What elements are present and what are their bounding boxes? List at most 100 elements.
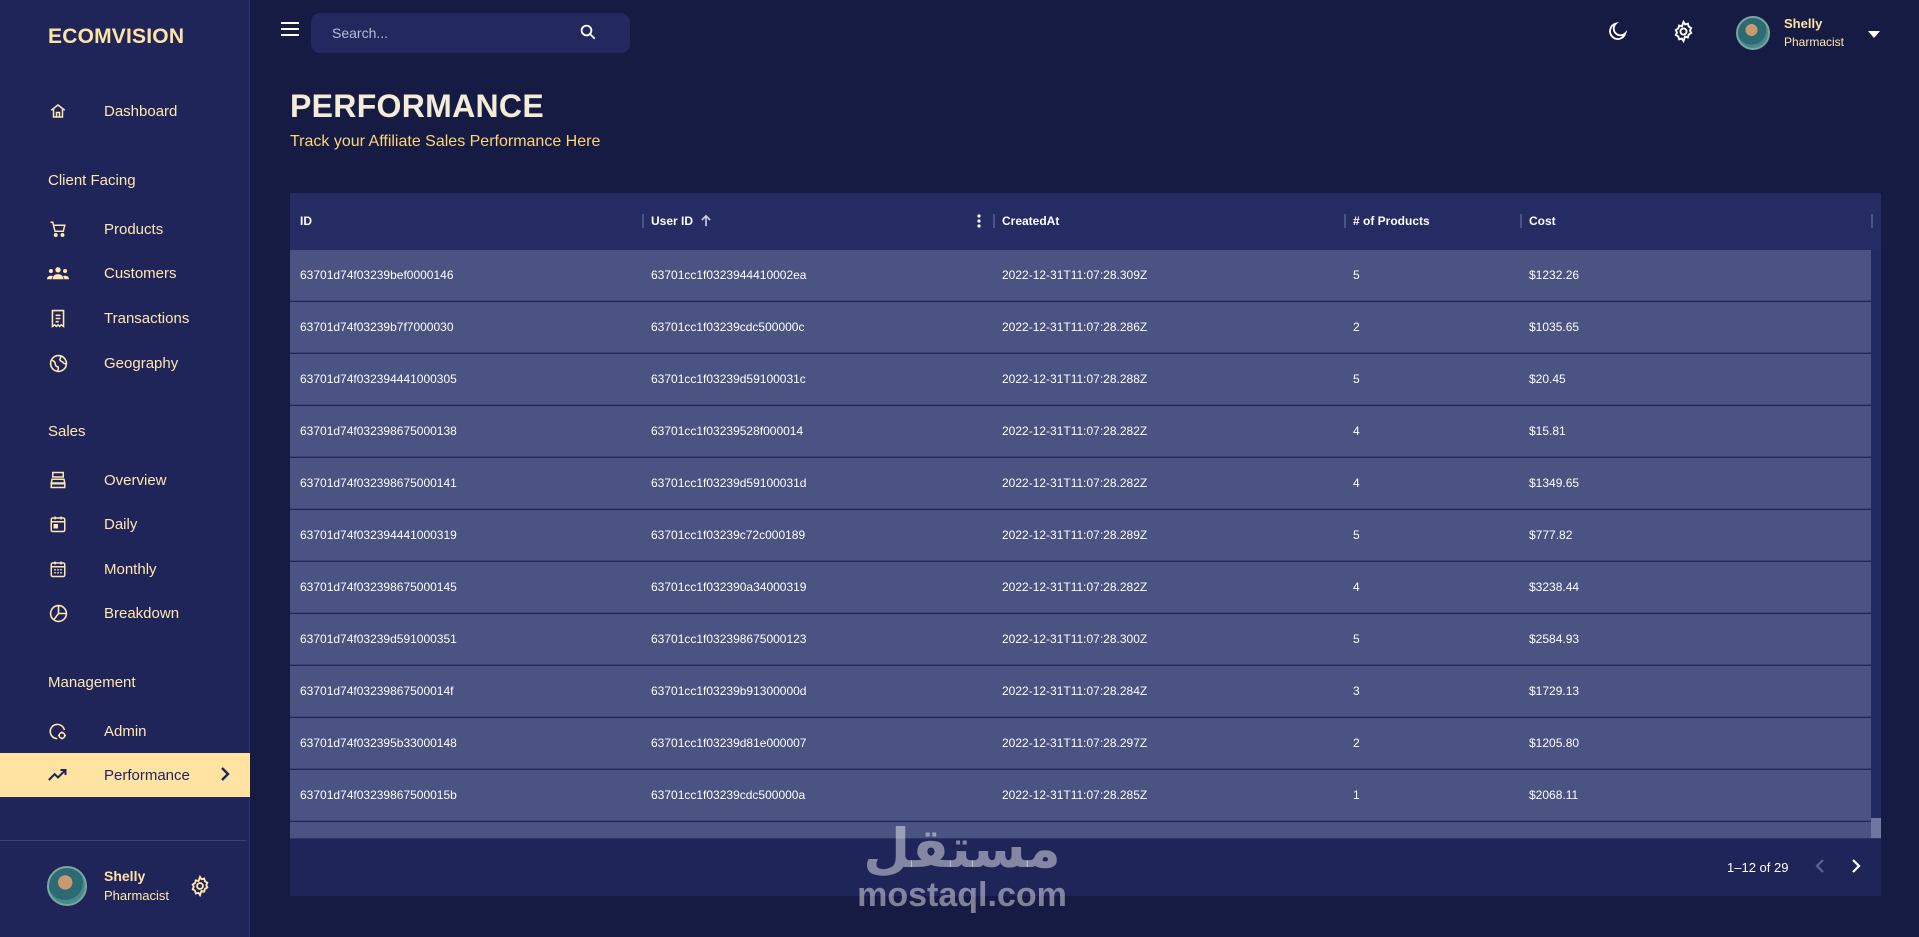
column-header-created-at[interactable]: CreatedAt <box>1002 214 1059 228</box>
sidebar-item-label: Performance <box>104 766 190 784</box>
chevron-down-icon[interactable] <box>1868 26 1880 44</box>
cell-user-id: 63701cc1f03239cdc500000c <box>651 320 805 334</box>
table-row[interactable]: 63701d74f03239d591000351 63701cc1f032398… <box>290 614 1871 665</box>
avatar[interactable] <box>47 866 87 906</box>
cell-user-id: 63701cc1f032398675000123 <box>651 632 807 646</box>
groups-icon <box>47 263 69 283</box>
point-of-sale-icon <box>47 470 69 490</box>
cell-num-products: 1 <box>1353 788 1360 802</box>
section-management: Management <box>48 674 136 691</box>
column-header-cost[interactable]: Cost <box>1529 214 1556 228</box>
gear-icon[interactable] <box>189 874 211 902</box>
column-header-user-id[interactable]: User ID <box>651 214 693 228</box>
scrollbar-track[interactable] <box>1871 250 1881 838</box>
column-separator[interactable] <box>1871 214 1873 228</box>
cell-created-at: 2022-12-31T11:07:28.284Z <box>1002 684 1148 698</box>
cell-cost: $777.82 <box>1529 528 1573 542</box>
sidebar-item-admin[interactable]: Admin <box>0 709 250 753</box>
sidebar-item-breakdown[interactable]: Breakdown <box>0 591 250 635</box>
table-body: 63701d74f03239bef0000146 63701cc1f032394… <box>290 250 1871 838</box>
next-page-button[interactable] <box>1851 858 1861 879</box>
user-role: Pharmacist <box>104 888 170 903</box>
cell-cost: $15.81 <box>1529 424 1566 438</box>
page-title: PERFORMANCE <box>290 88 544 124</box>
cell-id: 63701d74f03239b7f7000030 <box>300 320 454 334</box>
sidebar-item-monthly[interactable]: Monthly <box>0 547 250 591</box>
sidebar-item-label: Dashboard <box>104 102 178 120</box>
table-row[interactable]: 63701d74f032395b33000148 63701cc1f03239d… <box>290 718 1871 769</box>
table-footer: 1–12 of 29 <box>290 838 1881 896</box>
cell-id: 63701d74f032398675000141 <box>300 476 457 490</box>
column-header-id[interactable]: ID <box>300 214 312 228</box>
column-header-num-products[interactable]: # of Products <box>1353 214 1430 228</box>
table-row[interactable]: 63701d74f032394441000305 63701cc1f03239d… <box>290 354 1871 405</box>
cell-user-id: 63701cc1f03239d59100031c <box>651 372 806 386</box>
sidebar-item-customers[interactable]: Customers <box>0 251 250 295</box>
table-row[interactable]: 63701d74f032398675000141 63701cc1f03239d… <box>290 458 1871 509</box>
cell-id: 63701d74f03239d591000351 <box>300 632 457 646</box>
column-separator[interactable] <box>993 214 995 228</box>
sort-ascending-icon[interactable] <box>700 214 712 232</box>
search-input[interactable] <box>332 22 572 44</box>
user-name: Shelly <box>1784 16 1823 31</box>
sidebar-item-geography[interactable]: Geography <box>0 341 250 385</box>
sidebar-item-overview[interactable]: Overview <box>0 458 250 502</box>
table-row[interactable]: 63701d74f03239867500015b 63701cc1f03239c… <box>290 770 1871 821</box>
table-row[interactable]: 63701d74f032398675000145 63701cc1f032390… <box>290 562 1871 613</box>
cell-created-at: 2022-12-31T11:07:28.300Z <box>1002 632 1148 646</box>
table-row[interactable]: 63701d74f03239867500014f 63701cc1f03239b… <box>290 666 1871 717</box>
sidebar-item-label: Overview <box>104 471 167 489</box>
cell-cost: $3238.44 <box>1529 580 1580 594</box>
shopping-cart-icon <box>47 219 69 239</box>
admin-icon <box>47 721 69 741</box>
cell-id: 63701d74f032398675000145 <box>300 580 457 594</box>
table-row[interactable]: 63701d74f03239bef0000146 63701cc1f032394… <box>290 250 1871 301</box>
brand-logo[interactable]: ECOMVISION <box>48 25 184 49</box>
sidebar-item-label: Admin <box>104 722 147 740</box>
home-icon <box>47 101 69 121</box>
calendar-month-icon <box>47 559 69 579</box>
cell-cost: $1035.65 <box>1529 320 1580 334</box>
cell-user-id: 63701cc1f03239b91300000d <box>651 684 807 698</box>
cell-id: 63701d74f032394441000305 <box>300 372 457 386</box>
sidebar-item-daily[interactable]: Daily <box>0 502 250 546</box>
menu-icon[interactable] <box>281 22 299 41</box>
section-client-facing: Client Facing <box>48 172 136 189</box>
avatar[interactable] <box>1736 16 1770 50</box>
cell-created-at: 2022-12-31T11:07:28.285Z <box>1002 788 1148 802</box>
column-menu-icon[interactable] <box>977 214 981 233</box>
column-separator[interactable] <box>1344 214 1346 228</box>
sidebar-item-label: Daily <box>104 515 138 533</box>
table-row[interactable]: 63701d74f03239b7f7000030 63701cc1f03239c… <box>290 302 1871 353</box>
cell-num-products: 2 <box>1353 736 1360 750</box>
table-row[interactable]: 63701d74f032394441000319 63701cc1f03239c… <box>290 510 1871 561</box>
sidebar-item-performance[interactable]: Performance <box>0 753 250 797</box>
cell-created-at: 2022-12-31T11:07:28.282Z <box>1002 580 1148 594</box>
scrollbar-thumb[interactable] <box>1871 818 1881 838</box>
sidebar-item-dashboard[interactable]: Dashboard <box>0 89 250 133</box>
user-name: Shelly <box>104 868 146 884</box>
sidebar-item-products[interactable]: Products <box>0 207 250 251</box>
calendar-day-icon <box>47 514 69 534</box>
chevron-right-icon <box>220 766 230 787</box>
cell-num-products: 3 <box>1353 684 1360 698</box>
search-icon[interactable] <box>579 23 597 46</box>
trending-up-icon <box>47 765 69 785</box>
sidebar: ECOMVISION Dashboard Client Facing Produ… <box>0 0 250 937</box>
performance-table: ID User ID CreatedAt # of Products Cost … <box>290 193 1881 896</box>
table-row[interactable]: 63701d74f032398675000138 63701cc1f032395… <box>290 406 1871 457</box>
cell-num-products: 4 <box>1353 580 1360 594</box>
sidebar-item-transactions[interactable]: Transactions <box>0 296 250 340</box>
cell-created-at: 2022-12-31T11:07:28.297Z <box>1002 736 1148 750</box>
settings-icon[interactable] <box>1672 19 1695 48</box>
sidebar-item-label: Transactions <box>104 309 190 327</box>
cell-id: 63701d74f03239867500014f <box>300 684 454 698</box>
section-sales: Sales <box>48 423 86 440</box>
column-separator[interactable] <box>1520 214 1522 228</box>
dark-mode-icon[interactable] <box>1607 20 1629 47</box>
column-separator[interactable] <box>642 214 644 228</box>
cell-num-products: 5 <box>1353 268 1360 282</box>
pie-chart-icon <box>47 603 69 623</box>
cell-user-id: 63701cc1f03239528f000014 <box>651 424 804 438</box>
previous-page-button[interactable] <box>1815 858 1825 879</box>
